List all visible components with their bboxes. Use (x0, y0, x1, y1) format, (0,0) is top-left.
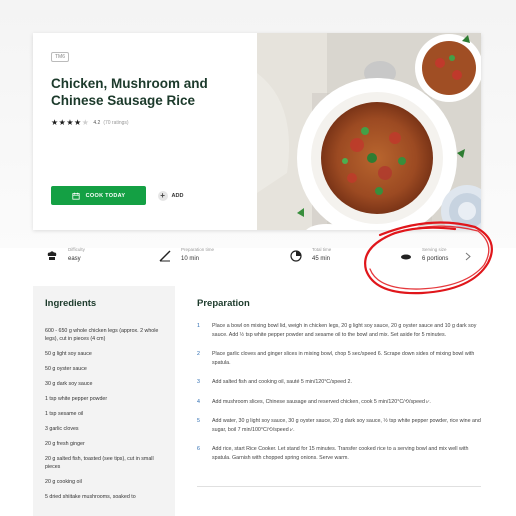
step-item: 1 Place a bowl on mixing bowl lid, weigh… (197, 322, 481, 339)
difficulty-label: Difficulty (68, 247, 85, 252)
recipe-hero-card: TM6 Chicken, Mushroom and Chinese Sausag… (33, 33, 481, 230)
chef-hat-icon (47, 251, 57, 260)
portions-icon (401, 254, 411, 260)
section-divider (197, 486, 481, 487)
star-filled-icon: ★ (58, 118, 66, 127)
rating-count: (70 ratings) (103, 120, 129, 126)
recipe-summary: TM6 Chicken, Mushroom and Chinese Sausag… (33, 33, 257, 230)
ingredients-panel: Ingredients 600 - 650 g whole chicken le… (33, 286, 175, 516)
rating[interactable]: ★ ★ ★ ★ ★ 4.2 (70 ratings) (51, 119, 129, 127)
step-text: Add rice, start Rice Cooker. Let stand f… (212, 446, 469, 461)
list-item: 50 g oyster sauce (45, 366, 87, 372)
ingredients-list: 600 - 650 g whole chicken legs (approx. … (45, 327, 167, 508)
add-label: ADD (171, 192, 184, 199)
step-item: 5 Add water, 30 g light soy sauce, 30 g … (197, 417, 481, 434)
step-item: 3 Add salted fish and cooking oil, sauté… (197, 378, 481, 387)
serving-size-value: 6 portions (422, 256, 449, 262)
list-item: 3 garlic cloves (45, 426, 79, 432)
preparation-time-label: Preparation time (181, 247, 215, 252)
preparation-time-value: 10 min (181, 256, 200, 262)
step-number: 3 (197, 379, 200, 385)
timer-icon (290, 250, 302, 262)
list-item: 1 tsp white pepper powder (45, 396, 108, 402)
step-item: 2 Place garlic cloves and ginger slices … (197, 350, 481, 367)
rating-value: 4.2 (93, 120, 101, 126)
step-text: Add mushroom slices, Chinese sausage and… (212, 398, 431, 405)
list-item: 20 g fresh ginger (45, 441, 85, 447)
step-number: 4 (197, 398, 200, 405)
cook-today-label: COOK TODAY (85, 192, 126, 199)
step-text: Place a bowl on mixing bowl lid, weigh i… (212, 323, 477, 338)
list-item: 50 g light soy sauce (45, 351, 92, 357)
step-number: 6 (197, 446, 200, 452)
list-item: 20 g salted fish, toasted (see tips), cu… (45, 456, 154, 470)
star-filled-icon: ★ (51, 118, 59, 127)
total-time-label: Total time (312, 247, 332, 252)
step-text: Add water, 30 g light soy sauce, 30 g oy… (212, 418, 481, 433)
knife-icon (159, 250, 171, 262)
total-time-value: 45 min (312, 256, 331, 262)
step-item: 4 Add mushroom slices, Chinese sausage a… (197, 398, 481, 407)
list-item: 1 tsp sesame oil (45, 411, 84, 417)
add-button[interactable]: + ADD (152, 186, 189, 205)
list-item: 5 dried shiitake mushrooms, soaked to (45, 494, 136, 500)
list-item: 20 g cooking oil (45, 479, 82, 485)
star-filled-icon: ★ (66, 118, 74, 127)
recipe-title: Chicken, Mushroom and Chinese Sausage Ri… (51, 76, 208, 108)
step-text: Place garlic cloves and ginger slices in… (212, 351, 475, 366)
device-tag: TM6 (51, 52, 69, 62)
ingredients-title: Ingredients (45, 298, 97, 309)
star-filled-icon: ★ (74, 118, 82, 127)
step-text: Add salted fish and cooking oil, sauté 5… (212, 379, 352, 385)
step-number: 2 (197, 351, 200, 357)
difficulty-value: easy (68, 256, 81, 262)
preparation-steps: 1 Place a bowl on mixing bowl lid, weigh… (197, 322, 481, 473)
step-item: 6 Add rice, start Rice Cooker. Let stand… (197, 445, 481, 462)
list-item: 600 - 650 g whole chicken legs (approx. … (45, 328, 159, 342)
recipe-photo (257, 33, 481, 230)
calendar-icon (72, 192, 80, 200)
cook-today-button[interactable]: COOK TODAY (51, 186, 146, 205)
plus-icon: + (157, 190, 168, 201)
serving-size-label: Serving size (422, 247, 447, 252)
step-number: 1 (197, 323, 200, 329)
star-empty-icon: ★ (81, 118, 89, 127)
preparation-title: Preparation (197, 298, 250, 309)
list-item: 30 g dark soy sauce (45, 381, 93, 387)
step-number: 5 (197, 418, 200, 424)
chevron-right-icon[interactable] (465, 252, 471, 261)
